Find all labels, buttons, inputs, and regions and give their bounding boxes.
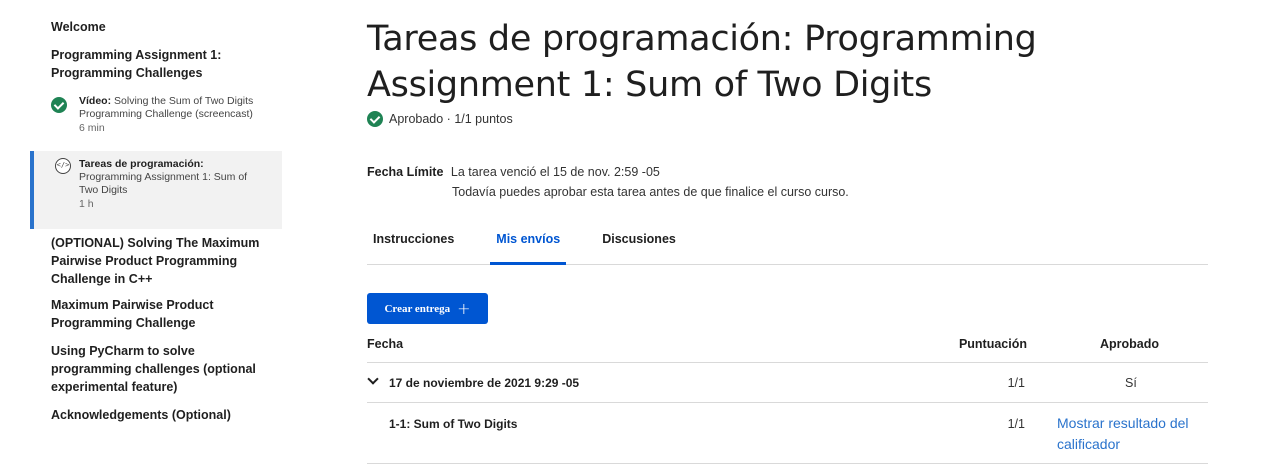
submission-date: 17 de noviembre de 2021 9:29 -05 [389, 376, 580, 390]
sidebar-item-pycharm[interactable]: Using PyCharm to solve programming chall… [51, 342, 276, 396]
tab-instrucciones[interactable]: Instrucciones [367, 222, 460, 264]
sidebar-item-duration: 6 min [79, 122, 105, 134]
chevron-down-icon[interactable] [367, 373, 379, 385]
page-title: Tareas de programación: Programming Assi… [367, 19, 1037, 105]
header-puntuacion: Puntuación [958, 337, 1027, 351]
table-header: Fecha Puntuación Aprobado [367, 327, 1208, 363]
header-fecha: Fecha [367, 337, 404, 351]
tab-mis-envios[interactable]: Mis envíos [490, 222, 567, 265]
sidebar-item-acknowledgements[interactable]: Acknowledgements (Optional) [51, 406, 276, 424]
tab-bar: Instrucciones Mis envíos Discusiones [367, 222, 1208, 265]
sidebar-item-optional-cpp[interactable]: (OPTIONAL) Solving The Maximum Pairwise … [51, 234, 276, 288]
check-circle-icon [367, 111, 383, 127]
tab-discusiones[interactable]: Discusiones [596, 222, 682, 264]
submissions-table: Fecha Puntuación Aprobado 17 de noviembr… [367, 327, 1208, 464]
sidebar-item-type: Tareas de programación: [79, 158, 204, 170]
part-name: 1-1: Sum of Two Digits [389, 417, 518, 431]
deadline-line1: La tarea venció el 15 de nov. 2:59 -05 [450, 165, 660, 179]
create-submission-label: Crear entrega [384, 302, 451, 315]
plus-icon: + [457, 299, 471, 318]
create-submission-button[interactable]: Crear entrega + [367, 293, 488, 324]
part-score: 1/1 [1007, 417, 1025, 431]
table-row: 1-1: Sum of Two Digits 1/1 Mostrar resul… [367, 403, 1208, 464]
grader-output-link[interactable]: Mostrar resultado del calificador [1057, 413, 1207, 455]
table-row[interactable]: 17 de noviembre de 2021 9:29 -05 1/1 Sí [367, 363, 1208, 403]
sidebar-item-type: Vídeo: [79, 95, 112, 107]
submission-score: 1/1 [1007, 376, 1025, 390]
sidebar-item-duration: 1 h [79, 198, 94, 210]
code-icon: </> [55, 158, 71, 174]
sidebar-item-video[interactable]: Vídeo: Solving the Sum of Two Digits Pro… [30, 95, 282, 135]
status-text: Aprobado · 1/1 puntos [389, 112, 513, 126]
sidebar-item-max-pairwise[interactable]: Maximum Pairwise Product Programming Cha… [51, 296, 276, 332]
header-aprobado: Aprobado [1100, 337, 1160, 351]
sidebar-item-label: Programming Assignment 1: Sum of Two Dig… [79, 171, 248, 196]
status-row: Aprobado · 1/1 puntos [367, 111, 513, 127]
deadline-line2: Todavía puedes aprobar esta tarea antes … [452, 185, 849, 199]
check-circle-icon [51, 97, 67, 113]
submission-passed: Sí [1125, 376, 1137, 390]
deadline-info: Fecha Límite La tarea venció el 15 de no… [367, 162, 849, 202]
sidebar-item-assignment[interactable]: </> Tareas de programación: Programming … [30, 151, 282, 229]
sidebar-week-title[interactable]: Programming Assignment 1: Programming Ch… [51, 46, 276, 82]
sidebar-item-welcome[interactable]: Welcome [51, 18, 276, 36]
deadline-label: Fecha Límite [367, 165, 444, 179]
